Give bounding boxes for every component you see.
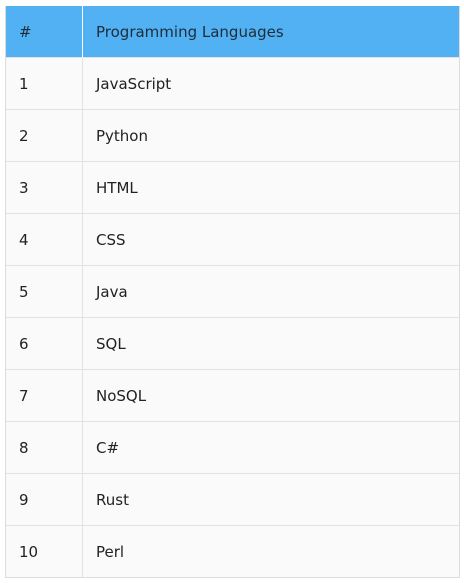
table-row: 8 C# <box>6 421 459 474</box>
row-number: 9 <box>6 473 83 526</box>
row-number: 7 <box>6 369 83 422</box>
row-number: 4 <box>6 213 83 266</box>
header-number[interactable]: # <box>6 6 83 58</box>
table-row: 6 SQL <box>6 317 459 370</box>
table-body: 1 JavaScript 2 Python 3 HTML 4 CSS 5 Jav… <box>6 57 459 577</box>
row-number: 6 <box>6 317 83 370</box>
row-language: Java <box>82 265 459 318</box>
table-row: 7 NoSQL <box>6 369 459 422</box>
header-row: # Programming Languages <box>6 6 459 58</box>
row-language: HTML <box>82 161 459 214</box>
table-row: 5 Java <box>6 265 459 318</box>
table-row: 2 Python <box>6 109 459 162</box>
table-row: 4 CSS <box>6 213 459 266</box>
table-row: 10 Perl <box>6 525 459 577</box>
row-number: 8 <box>6 421 83 474</box>
row-number: 10 <box>6 525 83 577</box>
row-number: 3 <box>6 161 83 214</box>
table-row: 3 HTML <box>6 161 459 214</box>
row-language: JavaScript <box>82 57 459 110</box>
row-language: NoSQL <box>82 369 459 422</box>
row-number: 5 <box>6 265 83 318</box>
languages-table-container: # Programming Languages 1 JavaScript 2 P… <box>5 6 460 578</box>
header-programming-languages[interactable]: Programming Languages <box>82 6 459 58</box>
row-language: Python <box>82 109 459 162</box>
row-language: CSS <box>82 213 459 266</box>
row-number: 1 <box>6 57 83 110</box>
table-header: # Programming Languages <box>6 6 459 58</box>
row-language: Perl <box>82 525 459 577</box>
row-language: Rust <box>82 473 459 526</box>
table-row: 1 JavaScript <box>6 57 459 110</box>
row-number: 2 <box>6 109 83 162</box>
table-row: 9 Rust <box>6 473 459 526</box>
row-language: SQL <box>82 317 459 370</box>
languages-table: # Programming Languages 1 JavaScript 2 P… <box>6 6 459 577</box>
row-language: C# <box>82 421 459 474</box>
